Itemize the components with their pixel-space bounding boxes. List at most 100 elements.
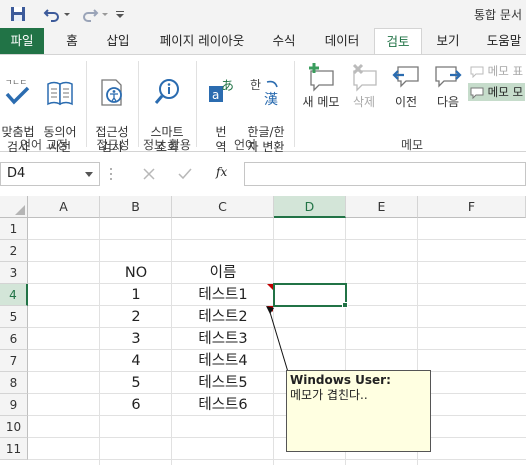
row-header-8[interactable]: 8	[0, 372, 28, 394]
comment-author: Windows User:	[290, 373, 391, 387]
formula-bar-grip-icon[interactable]	[108, 166, 114, 182]
next-comment-button[interactable]: 다음	[428, 61, 468, 110]
row-header-7[interactable]: 7	[0, 350, 28, 372]
tab-review[interactable]: 검토	[374, 28, 422, 55]
group-separator	[138, 61, 139, 147]
column-header-b[interactable]: B	[100, 196, 172, 218]
hanja-convert-icon: 한 漢	[250, 78, 278, 108]
next-comment-icon	[435, 66, 462, 88]
delete-comment-button[interactable]: 삭제	[344, 61, 384, 110]
name-box-dropdown-icon[interactable]	[85, 172, 93, 177]
redo-icon[interactable]	[80, 4, 100, 24]
show-hide-comment-label: 메모 표	[487, 64, 524, 78]
cell-b3[interactable]: NO	[100, 262, 172, 284]
row-header-2[interactable]: 2	[0, 240, 28, 262]
name-box-value: D4	[7, 166, 26, 181]
comment-box[interactable]: Windows User: 메모가 겹친다..	[286, 370, 431, 452]
cell-b7[interactable]: 4	[100, 350, 172, 372]
enter-check-icon[interactable]	[178, 167, 192, 181]
window-title: 통합 문서	[474, 8, 522, 22]
fill-handle[interactable]	[342, 302, 348, 308]
group-separator	[196, 61, 197, 147]
formula-input[interactable]	[244, 162, 526, 186]
cell-b6[interactable]: 3	[100, 328, 172, 350]
tab-page-layout[interactable]: 페이지 레이아웃	[146, 28, 258, 54]
insert-function-icon[interactable]: fx	[216, 165, 227, 179]
cell-c5[interactable]: 테스트2	[172, 306, 274, 328]
cell-b8[interactable]: 5	[100, 372, 172, 394]
row-header-3[interactable]: 3	[0, 262, 28, 284]
group-label-language: 언어	[233, 138, 257, 152]
formula-bar: D4 fx	[0, 152, 526, 198]
row-header-1[interactable]: 1	[0, 218, 28, 240]
gridline	[28, 459, 526, 460]
customize-qat-icon[interactable]	[114, 4, 126, 24]
group-label-proofing: 언어 교정	[20, 138, 68, 152]
column-header-f[interactable]: F	[418, 196, 526, 218]
svg-text:한: 한	[250, 78, 261, 92]
row-header-9[interactable]: 9	[0, 394, 28, 416]
new-comment-button[interactable]: 새 메모	[298, 61, 344, 110]
tab-data[interactable]: 데이터	[314, 28, 370, 54]
column-header-c[interactable]: C	[172, 196, 274, 218]
group-label-comments: 메모	[400, 138, 424, 152]
cell-c9[interactable]: 테스트6	[172, 394, 274, 416]
worksheet-grid[interactable]: A B C D E F 1 2 3 4 5 6 7 8 9 10 11 NO 이…	[0, 196, 526, 465]
cell-c7[interactable]: 테스트4	[172, 350, 274, 372]
group-separator	[86, 61, 87, 147]
column-header-a[interactable]: A	[28, 196, 100, 218]
group-label-insights: 정보 활용	[143, 138, 191, 152]
gridline	[28, 437, 526, 438]
thesaurus-book-icon	[47, 81, 73, 106]
formula-bar-buttons: fx	[124, 162, 242, 186]
cell-c6[interactable]: 테스트3	[172, 328, 274, 350]
save-icon[interactable]	[8, 4, 28, 24]
cell-c4[interactable]: 테스트1	[172, 284, 274, 306]
delete-comment-icon	[352, 63, 377, 92]
previous-comment-icon	[392, 66, 419, 88]
ribbon-tabs: 파일 홈 삽입 페이지 레이아웃 수식 데이터 검토 보기 도움말	[0, 28, 526, 55]
cell-b9[interactable]: 6	[100, 394, 172, 416]
quick-access-toolbar: 통합 문서	[0, 0, 526, 28]
show-all-comments-button[interactable]: 메모 모	[468, 83, 526, 101]
tab-view[interactable]: 보기	[426, 28, 470, 54]
select-all-corner[interactable]	[0, 196, 28, 218]
active-cell-d4[interactable]	[273, 283, 347, 307]
group-label-accessibility: 접근성	[96, 138, 130, 152]
new-comment-icon	[309, 63, 334, 92]
tab-file[interactable]: 파일	[0, 28, 44, 54]
accessibility-icon	[101, 79, 122, 106]
row-header-10[interactable]: 10	[0, 416, 28, 438]
cancel-icon[interactable]	[142, 167, 156, 181]
cell-b4[interactable]: 1	[100, 284, 172, 306]
previous-comment-button[interactable]: 이전	[386, 61, 426, 110]
cell-c3[interactable]: 이름	[172, 262, 274, 284]
cell-c8[interactable]: 테스트5	[172, 372, 274, 394]
name-box[interactable]: D4	[0, 162, 100, 186]
row-header-5[interactable]: 5	[0, 306, 28, 328]
spelling-icon: ㄱㄴㄷ	[5, 78, 30, 105]
smart-lookup-icon	[154, 79, 179, 104]
row-header-6[interactable]: 6	[0, 328, 28, 350]
cell-b5[interactable]: 2	[100, 306, 172, 328]
row-header-4[interactable]: 4	[0, 284, 28, 306]
show-hide-comment-button[interactable]: 메모 표	[470, 63, 523, 79]
tab-insert[interactable]: 삽입	[96, 28, 140, 54]
show-all-comments-label: 메모 모	[487, 85, 524, 99]
tab-help[interactable]: 도움말	[476, 28, 526, 54]
gridline	[28, 239, 526, 240]
translate-icon: a あ	[209, 79, 234, 102]
column-header-d[interactable]: D	[274, 196, 346, 218]
svg-text:a: a	[212, 88, 219, 102]
undo-dropdown-icon[interactable]	[62, 4, 72, 24]
new-comment-label: 새 메모	[302, 95, 340, 109]
redo-dropdown-icon[interactable]	[100, 4, 110, 24]
column-header-e[interactable]: E	[346, 196, 418, 218]
undo-icon[interactable]	[42, 4, 62, 24]
row-header-11[interactable]: 11	[0, 438, 28, 460]
tab-home[interactable]: 홈	[54, 28, 90, 54]
comments-small-icon	[470, 87, 484, 99]
comment-text: 메모가 겹친다..	[290, 388, 368, 402]
tab-formulas[interactable]: 수식	[262, 28, 306, 54]
group-separator	[294, 61, 295, 147]
